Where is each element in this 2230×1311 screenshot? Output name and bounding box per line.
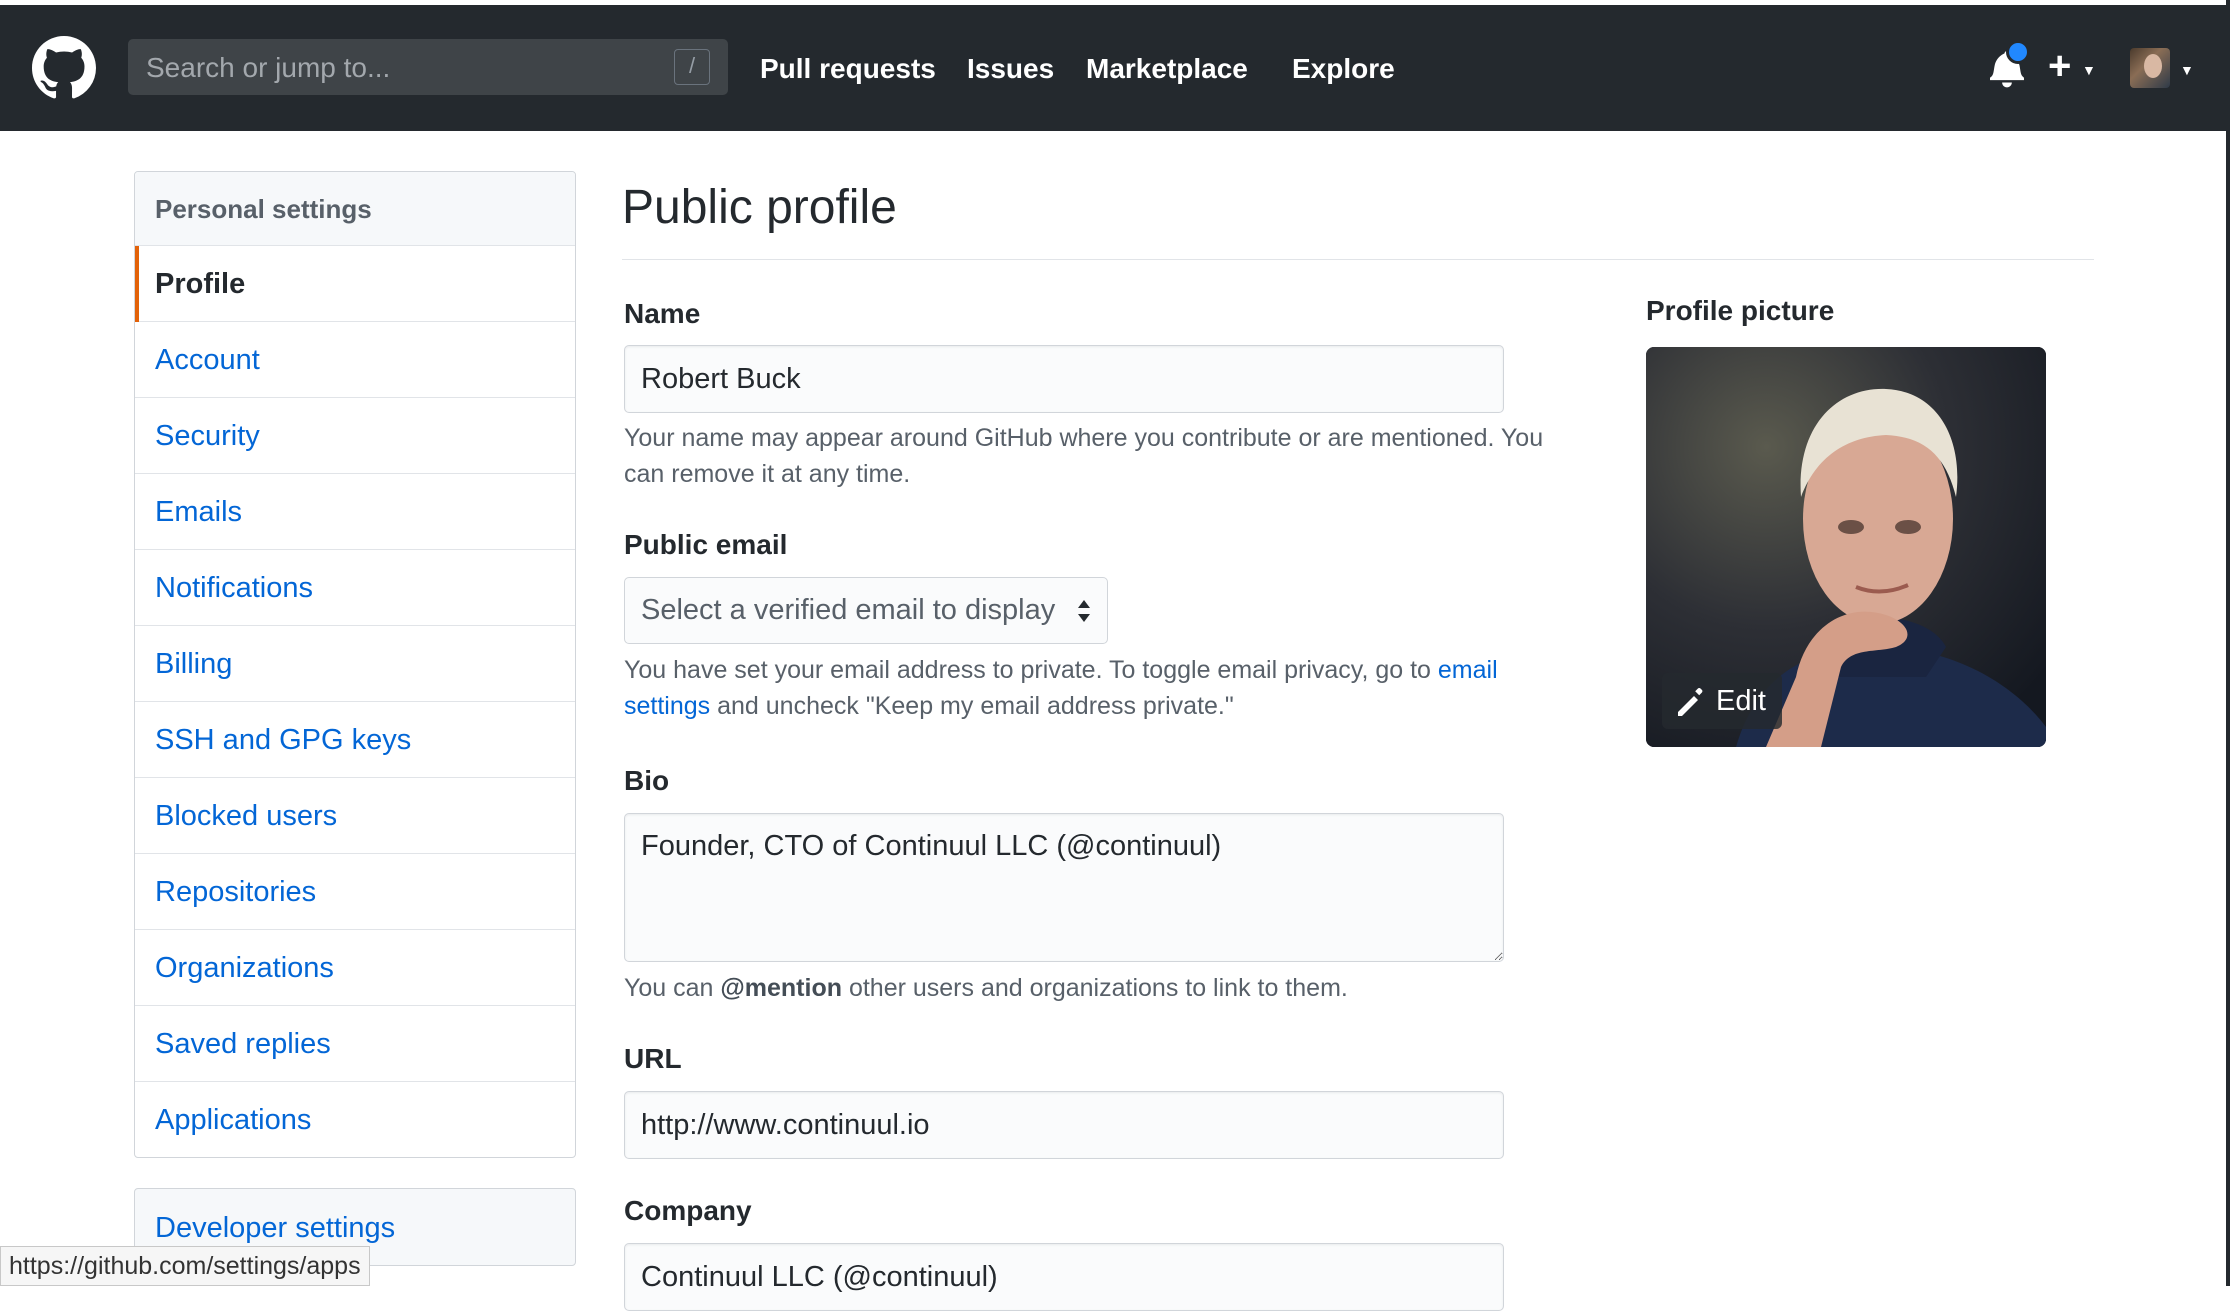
help-text: other users and organizations to link to…: [842, 974, 1348, 1002]
nav-marketplace[interactable]: Marketplace: [1086, 50, 1248, 88]
public-email-selected: Select a verified email to display: [641, 594, 1056, 626]
sidebar-item-billing[interactable]: Billing: [135, 626, 575, 702]
public-email-help-text: You have set your email address to priva…: [624, 652, 1574, 724]
page-title: Public profile: [622, 181, 897, 234]
public-email-select[interactable]: Select a verified email to display: [624, 577, 1108, 644]
edit-label: Edit: [1716, 685, 1766, 717]
url-field[interactable]: [624, 1091, 1504, 1159]
public-email-label: Public email: [624, 529, 788, 560]
sidebar-item-repositories[interactable]: Repositories: [135, 854, 575, 930]
sidebar-item-account[interactable]: Account: [135, 322, 575, 398]
company-field[interactable]: [624, 1243, 1504, 1311]
help-text: You can: [624, 974, 721, 1002]
sidebar-item-notifications[interactable]: Notifications: [135, 550, 575, 626]
divider: [622, 259, 2094, 260]
sidebar-item-saved-replies[interactable]: Saved replies: [135, 1006, 575, 1082]
name-label: Name: [624, 298, 701, 329]
bio-field[interactable]: Founder, CTO of Continuul LLC (@continuu…: [624, 813, 1504, 962]
search-input[interactable]: [144, 39, 648, 97]
search-box[interactable]: /: [128, 39, 728, 97]
sidebar-item-applications[interactable]: Applications: [135, 1082, 575, 1157]
sidebar-item-ssh-and-gpg-keys[interactable]: SSH and GPG keys: [135, 702, 575, 778]
settings-sidebar: Personal settings Profile Account Security…: [134, 171, 576, 1158]
bio-label: Bio: [624, 765, 670, 796]
create-new-icon[interactable]: +: [2048, 44, 2071, 88]
profile-picture: Edit: [1646, 347, 2046, 747]
sidebar-item-profile[interactable]: Profile: [135, 246, 575, 322]
profile-picture-label: Profile picture: [1646, 295, 1835, 326]
github-logo-icon[interactable]: [32, 36, 96, 100]
window-edge: [0, 0, 2230, 5]
nav-explore[interactable]: Explore: [1292, 50, 1395, 88]
mention-hint: @mention: [720, 974, 842, 1002]
nav-pull-requests[interactable]: Pull requests: [760, 50, 936, 88]
edit-picture-button[interactable]: Edit: [1662, 673, 1782, 729]
sidebar-item-organizations[interactable]: Organizations: [135, 930, 575, 1006]
chevron-down-icon[interactable]: ▼: [2180, 62, 2194, 78]
window-edge: [2226, 0, 2230, 1286]
url-label: URL: [624, 1043, 682, 1074]
chevron-down-icon[interactable]: ▼: [2082, 62, 2096, 78]
user-avatar[interactable]: [2130, 48, 2170, 88]
select-arrows-icon: [1078, 600, 1090, 622]
bio-help-text: You can @mention other users and organiz…: [624, 970, 1574, 1006]
global-header: / Pull requests Issues Marketplace Explo…: [0, 0, 2230, 131]
nav-issues[interactable]: Issues: [967, 50, 1054, 88]
search-shortcut-key: /: [674, 49, 710, 85]
pencil-icon: [1678, 688, 1706, 716]
sidebar-item-emails[interactable]: Emails: [135, 474, 575, 550]
name-field[interactable]: [624, 345, 1504, 413]
link-status-url: https://github.com/settings/apps: [0, 1246, 370, 1286]
sidebar-item-security[interactable]: Security: [135, 398, 575, 474]
help-text: You have set your email address to priva…: [624, 656, 1438, 684]
sidebar-title: Personal settings: [135, 172, 575, 246]
name-help-text: Your name may appear around GitHub where…: [624, 424, 1544, 488]
help-text: and uncheck "Keep my email address priva…: [710, 692, 1234, 720]
company-label: Company: [624, 1195, 752, 1226]
sidebar-item-blocked-users[interactable]: Blocked users: [135, 778, 575, 854]
notification-indicator: [2006, 40, 2030, 64]
